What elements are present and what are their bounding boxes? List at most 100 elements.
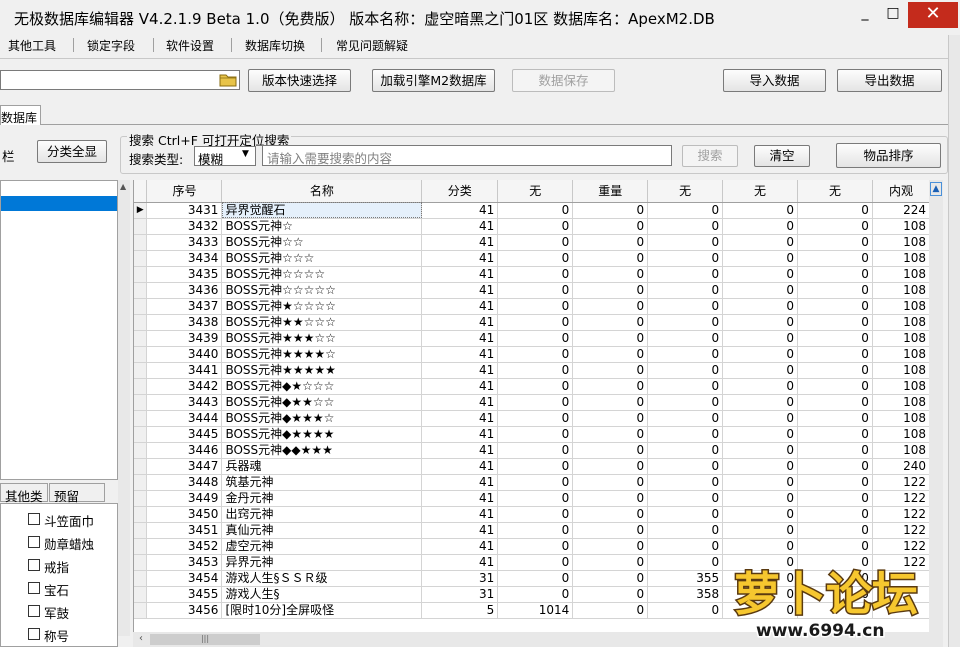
table-cell[interactable]: 0 <box>572 378 649 395</box>
table-cell[interactable]: 0 <box>797 346 873 363</box>
table-cell[interactable]: 0 <box>497 426 574 443</box>
row-header[interactable] <box>134 458 148 475</box>
cell-name[interactable]: BOSS元神☆ <box>221 218 423 235</box>
table-cell[interactable]: 41 <box>421 202 499 219</box>
row-header[interactable] <box>134 314 148 331</box>
left-scrollbar[interactable]: ▲ <box>118 180 130 636</box>
search-input[interactable]: 请输入需要搜索的内容 <box>262 145 672 166</box>
table-cell[interactable]: 0 <box>497 282 574 299</box>
table-cell[interactable]: 0 <box>722 362 799 379</box>
table-cell[interactable]: 0 <box>647 426 724 443</box>
table-cell[interactable]: 0 <box>497 554 574 571</box>
table-cell[interactable]: 0 <box>647 410 724 427</box>
table-cell[interactable]: 0 <box>572 570 649 587</box>
table-cell[interactable]: 108 <box>872 218 930 235</box>
cell-name[interactable]: BOSS元神☆☆☆☆☆ <box>221 282 423 299</box>
table-cell[interactable]: 108 <box>872 330 930 347</box>
checkbox-medal-candle[interactable] <box>28 536 40 548</box>
table-cell[interactable]: 31 <box>421 570 499 587</box>
table-cell[interactable]: 0 <box>572 602 649 619</box>
table-cell[interactable]: 355 <box>647 570 724 587</box>
table-cell[interactable]: 0 <box>647 378 724 395</box>
table-cell[interactable]: 3446 <box>146 442 223 459</box>
table-cell[interactable]: 3444 <box>146 410 223 427</box>
table-cell[interactable]: 3437 <box>146 298 223 315</box>
row-header[interactable] <box>134 346 148 363</box>
table-cell[interactable]: 0 <box>722 330 799 347</box>
table-cell[interactable]: 0 <box>722 346 799 363</box>
table-cell[interactable]: 0 <box>572 506 649 523</box>
table-cell[interactable]: 0 <box>647 282 724 299</box>
table-cell[interactable]: 41 <box>421 266 499 283</box>
table-cell[interactable]: 0 <box>572 490 649 507</box>
load-db-button[interactable]: 加载引擎M2数据库 <box>372 69 495 92</box>
row-header[interactable] <box>134 282 148 299</box>
table-row[interactable]: 3432 BOSS元神☆ 41 0 0 0 0 0 108 <box>134 218 930 235</box>
table-cell[interactable]: 0 <box>647 506 724 523</box>
column-header[interactable]: 分类 <box>421 180 499 203</box>
table-cell[interactable]: 0 <box>497 266 574 283</box>
table-row[interactable]: 3441 BOSS元神★★★★★ 41 0 0 0 0 0 108 <box>134 362 930 379</box>
table-cell[interactable]: 108 <box>872 250 930 267</box>
menu-settings[interactable]: 软件设置 <box>166 37 214 54</box>
table-cell[interactable]: 41 <box>421 538 499 555</box>
column-header[interactable]: 重量 <box>572 180 649 203</box>
table-cell[interactable]: 0 <box>647 218 724 235</box>
table-cell[interactable]: 0 <box>497 378 574 395</box>
table-cell[interactable]: 41 <box>421 554 499 571</box>
table-cell[interactable]: 0 <box>497 586 574 603</box>
table-cell[interactable]: 0 <box>497 314 574 331</box>
table-cell[interactable]: 41 <box>421 506 499 523</box>
column-header[interactable]: 无 <box>497 180 574 203</box>
checkbox-gem[interactable] <box>28 582 40 594</box>
table-cell[interactable]: 3454 <box>146 570 223 587</box>
cell-name[interactable]: BOSS元神★★★★☆ <box>221 346 423 363</box>
table-row[interactable]: 3436 BOSS元神☆☆☆☆☆ 41 0 0 0 0 0 108 <box>134 282 930 299</box>
export-data-button[interactable]: 导出数据 <box>837 69 942 92</box>
table-cell[interactable]: 0 <box>572 554 649 571</box>
table-cell[interactable]: 0 <box>572 538 649 555</box>
checkbox-hat-veil[interactable] <box>28 513 40 525</box>
menu-switch-db[interactable]: 数据库切换 <box>245 37 305 54</box>
table-cell[interactable]: 0 <box>722 522 799 539</box>
row-header[interactable] <box>134 378 148 395</box>
table-cell[interactable]: 0 <box>647 266 724 283</box>
table-cell[interactable]: 3455 <box>146 586 223 603</box>
row-header[interactable] <box>134 522 148 539</box>
table-cell[interactable]: 0 <box>797 410 873 427</box>
table-row[interactable]: 3448 筑基元神 41 0 0 0 0 0 122 <box>134 474 930 491</box>
version-select-button[interactable]: 版本快速选择 <box>248 69 351 92</box>
cell-name[interactable]: BOSS元神☆☆ <box>221 234 423 251</box>
table-row[interactable]: 3450 出窍元神 41 0 0 0 0 0 122 <box>134 506 930 523</box>
row-header[interactable] <box>134 490 148 507</box>
cell-name[interactable]: 虚空元神 <box>221 538 423 555</box>
search-button[interactable]: 搜索 <box>682 145 738 167</box>
table-cell[interactable]: 41 <box>421 522 499 539</box>
cell-name[interactable]: 出窍元神 <box>221 506 423 523</box>
cell-name[interactable]: BOSS元神★☆☆☆☆ <box>221 298 423 315</box>
table-cell[interactable]: 3432 <box>146 218 223 235</box>
table-cell[interactable]: 0 <box>497 474 574 491</box>
table-cell[interactable]: 0 <box>647 250 724 267</box>
table-cell[interactable]: 0 <box>797 202 873 219</box>
table-cell[interactable]: 0 <box>647 234 724 251</box>
table-cell[interactable]: 3453 <box>146 554 223 571</box>
table-cell[interactable]: 41 <box>421 298 499 315</box>
table-cell[interactable]: 41 <box>421 314 499 331</box>
table-cell[interactable]: 0 <box>497 250 574 267</box>
table-cell[interactable]: 41 <box>421 282 499 299</box>
table-cell[interactable]: 0 <box>572 522 649 539</box>
table-row[interactable]: 3447 兵器魂 41 0 0 0 0 0 240 <box>134 458 930 475</box>
table-cell[interactable]: 0 <box>647 458 724 475</box>
table-cell[interactable]: 0 <box>647 602 724 619</box>
table-cell[interactable]: 0 <box>722 394 799 411</box>
table-cell[interactable]: 108 <box>872 234 930 251</box>
show-all-categories-button[interactable]: 分类全显 <box>37 140 107 163</box>
clear-button[interactable]: 清空 <box>754 145 810 167</box>
chevron-up-icon[interactable]: ▲ <box>930 182 942 196</box>
table-cell[interactable]: 41 <box>421 474 499 491</box>
table-row[interactable]: 3451 真仙元神 41 0 0 0 0 0 122 <box>134 522 930 539</box>
table-row[interactable]: 3442 BOSS元神◆★☆☆☆ 41 0 0 0 0 0 108 <box>134 378 930 395</box>
table-cell[interactable]: 0 <box>797 474 873 491</box>
table-cell[interactable]: 41 <box>421 234 499 251</box>
